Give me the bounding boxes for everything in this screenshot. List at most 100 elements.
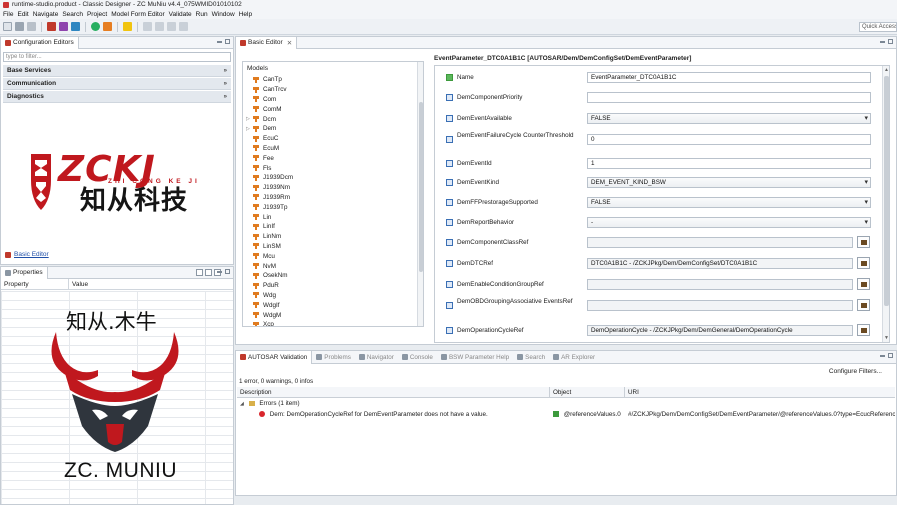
menu-validate[interactable]: Validate — [169, 11, 196, 18]
previous-annotation-icon[interactable] — [155, 22, 164, 31]
model-item-cantrcv[interactable]: CanTrcv — [243, 85, 423, 95]
expand-arrow-icon[interactable]: ◢ — [240, 401, 244, 407]
param-select[interactable]: DEM_EVENT_KIND_BSW — [587, 177, 871, 188]
menu-navigate[interactable]: Navigate — [33, 11, 63, 18]
model-item-wdgif[interactable]: WdgIf — [243, 300, 423, 310]
model-item-xcp[interactable]: Xcp — [243, 320, 423, 326]
validate-icon[interactable] — [47, 22, 56, 31]
browse-reference-button[interactable] — [857, 299, 870, 311]
filter-icon[interactable] — [205, 269, 212, 276]
tab-ar-explorer[interactable]: AR Explorer — [549, 351, 599, 364]
save-icon[interactable] — [15, 22, 24, 31]
param-select[interactable]: FALSE — [587, 197, 871, 208]
model-item-wdgm[interactable]: WdgM — [243, 310, 423, 320]
param-input[interactable]: EventParameter_DTC0A1B1C — [587, 72, 871, 83]
save-all-icon[interactable] — [27, 22, 36, 31]
minimize-icon[interactable] — [217, 271, 222, 273]
section-communication[interactable]: Communication » — [3, 78, 231, 90]
menu-file[interactable]: File — [3, 11, 17, 18]
close-icon[interactable]: ✕ — [287, 39, 292, 47]
param-reference-field[interactable]: DemOperationCycle - /ZCKJPkg/Dem/DemGene… — [587, 325, 853, 336]
tab-bsw-parameter-help[interactable]: BSW Parameter Help — [437, 351, 513, 364]
param-reference-field[interactable]: DTC0A1B1C - /ZCKJPkg/Dem/DemConfigSet/DT… — [587, 258, 853, 269]
tab-navigator[interactable]: Navigator — [355, 351, 398, 364]
model-item-j1939rm[interactable]: J1939Rm — [243, 193, 423, 203]
menu-run[interactable]: Run — [196, 11, 212, 18]
basic-editor-link[interactable]: Basic Editor — [5, 251, 49, 258]
model-item-com[interactable]: Com — [243, 95, 423, 105]
forward-icon[interactable] — [179, 22, 188, 31]
run-icon[interactable] — [91, 22, 100, 31]
tab-configuration-editors[interactable]: Configuration Editors — [1, 36, 79, 49]
param-input[interactable]: 1 — [587, 158, 871, 169]
model-item-nvm[interactable]: NvM — [243, 261, 423, 271]
tools-icon[interactable] — [123, 22, 132, 31]
minimize-icon[interactable] — [880, 355, 885, 357]
categories-icon[interactable] — [196, 269, 203, 276]
section-base-services[interactable]: Base Services » — [3, 65, 231, 77]
tab-search[interactable]: Search — [513, 351, 549, 364]
tab-autosar-validation[interactable]: AUTOSAR Validation — [236, 350, 313, 364]
errors-group-row[interactable]: ◢ Errors (1 item) — [237, 398, 895, 409]
browse-reference-button[interactable] — [857, 257, 870, 269]
model-item-fls[interactable]: Fls — [243, 163, 423, 173]
model-item-ecuc[interactable]: EcuC — [243, 134, 423, 144]
param-reference-field[interactable] — [587, 279, 853, 290]
parameter-scrollbar[interactable]: ▲ ▼ — [882, 66, 889, 342]
minimize-icon[interactable] — [217, 41, 222, 43]
menu-model-form-editor[interactable]: Model Form Editor — [111, 11, 168, 18]
error-row[interactable]: Dem: DemOperationCycleRef for DemEventPa… — [237, 409, 895, 420]
model-item-lin[interactable]: Lin — [243, 212, 423, 222]
param-input[interactable]: 0 — [587, 134, 871, 145]
param-input[interactable] — [587, 92, 871, 103]
tab-properties[interactable]: Properties — [1, 266, 48, 279]
tab-problems[interactable]: Problems — [312, 351, 355, 364]
menu-edit[interactable]: Edit — [17, 11, 32, 18]
column-uri[interactable]: URI — [625, 387, 895, 398]
maximize-icon[interactable] — [888, 39, 893, 44]
model-item-linif[interactable]: LinIf — [243, 222, 423, 232]
column-object[interactable]: Object — [550, 386, 625, 398]
maximize-icon[interactable] — [888, 353, 893, 358]
model-item-linsm[interactable]: LinSM — [243, 242, 423, 252]
scroll-up-icon[interactable]: ▲ — [884, 67, 889, 73]
column-property[interactable]: Property — [1, 278, 69, 290]
menu-help[interactable]: Help — [239, 11, 256, 18]
model-item-j1939nm[interactable]: J1939Nm — [243, 183, 423, 193]
model-item-pdur[interactable]: PduR — [243, 281, 423, 291]
model-item-mcu[interactable]: Mcu — [243, 251, 423, 261]
generate-icon[interactable] — [59, 22, 68, 31]
menu-search[interactable]: Search — [62, 11, 87, 18]
minimize-icon[interactable] — [880, 41, 885, 43]
browse-reference-button[interactable] — [857, 324, 870, 336]
tab-console[interactable]: Console — [398, 351, 437, 364]
model-item-wdg[interactable]: Wdg — [243, 291, 423, 301]
expand-arrow-icon[interactable]: ▷ — [246, 126, 250, 132]
parameter-scroll-thumb[interactable] — [884, 76, 889, 306]
column-value[interactable]: Value — [69, 281, 88, 288]
model-item-comm[interactable]: ComM — [243, 104, 423, 114]
menu-project[interactable]: Project — [87, 11, 111, 18]
model-item-cantp[interactable]: CanTp — [243, 75, 423, 85]
browse-reference-button[interactable] — [857, 236, 870, 248]
model-item-j1939dcm[interactable]: J1939Dcm — [243, 173, 423, 183]
menu-window[interactable]: Window — [212, 11, 239, 18]
param-reference-field[interactable] — [587, 237, 853, 248]
scroll-down-icon[interactable]: ▼ — [884, 335, 889, 341]
maximize-icon[interactable] — [225, 39, 230, 44]
debug-icon[interactable] — [103, 22, 112, 31]
filter-input[interactable]: type to filter... — [3, 52, 231, 62]
column-description[interactable]: Description — [237, 386, 550, 398]
expand-arrow-icon[interactable]: ▷ — [246, 116, 250, 122]
model-item-oseknm[interactable]: OsekNm — [243, 271, 423, 281]
model-item-j1939tp[interactable]: J1939Tp — [243, 202, 423, 212]
param-select[interactable]: FALSE — [587, 113, 871, 124]
model-item-dcm[interactable]: ▷ Dcm — [243, 114, 423, 124]
model-item-dem[interactable]: ▷ Dem — [243, 124, 423, 134]
model-item-fee[interactable]: Fee — [243, 153, 423, 163]
configure-filters-link[interactable]: Configure Filters... — [829, 368, 882, 375]
maximize-icon[interactable] — [225, 269, 230, 274]
models-scrollbar[interactable] — [417, 62, 423, 326]
tab-basic-editor[interactable]: Basic Editor ✕ — [236, 36, 298, 49]
browse-reference-button[interactable] — [857, 278, 870, 290]
